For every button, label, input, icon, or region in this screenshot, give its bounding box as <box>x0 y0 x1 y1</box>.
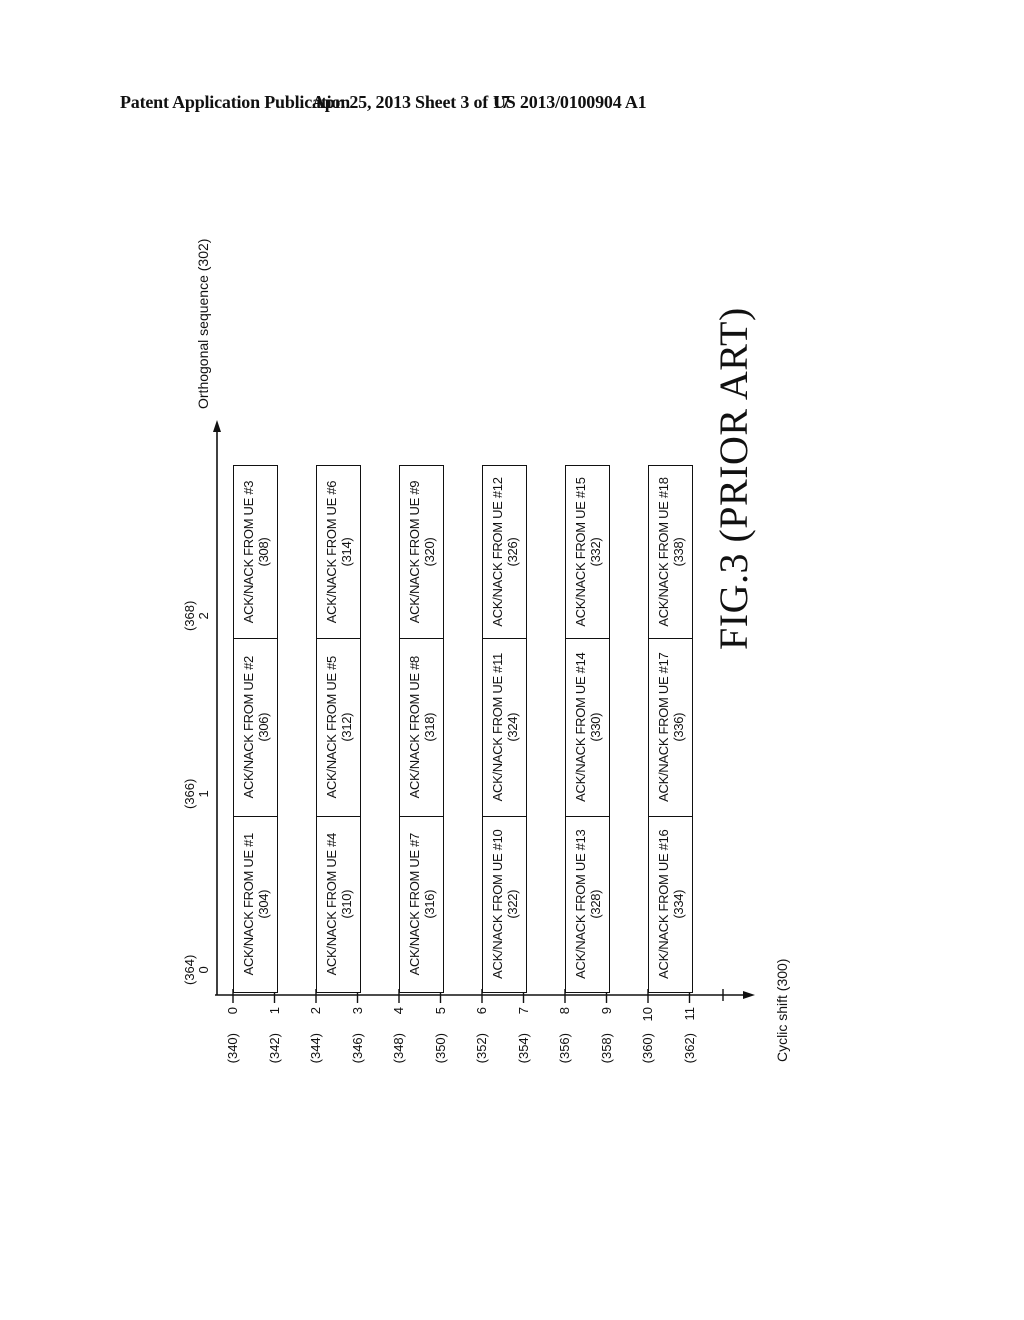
orthogonal-column-index: 2 <box>196 612 211 620</box>
resource-allocation-diagram: 0 (340) 1 (342) 2 (344) 3 (346) 4 (348) 5 (350) 6 (35… <box>182 239 765 1063</box>
ack-nack-cell-label: ACK/NACK FROM UE #11 <box>489 653 505 802</box>
cyclic-shift-axis-arrow-icon <box>743 991 755 999</box>
ack-nack-cell-ref: (336) <box>670 712 686 742</box>
ack-nack-cell-label: ACK/NACK FROM UE #4 <box>323 833 339 976</box>
cyclic-shift-axis-label: Cyclic shift (300) <box>774 958 790 1062</box>
ack-nack-cell-label: ACK/NACK FROM UE #6 <box>323 480 339 624</box>
ack-nack-cell-label: ACK/NACK FROM UE #16 <box>655 829 671 979</box>
orthogonal-column-header: (364) 0 <box>182 954 211 985</box>
cyclic-shift-index-label: 5 <box>432 1007 448 1015</box>
cyclic-shift-ref-label: (352) <box>474 1033 489 1064</box>
ack-nack-cell: ACK/NACK FROM UE #15 (332) <box>565 465 610 639</box>
cyclic-shift-ref-label: (350) <box>432 1033 448 1064</box>
ack-nack-cell-label: ACK/NACK FROM UE #17 <box>655 652 671 802</box>
ack-nack-cell-ref: (330) <box>587 712 603 742</box>
ack-nack-cell-ref: (326) <box>504 537 520 567</box>
ack-nack-cell-ref: (320) <box>421 537 437 567</box>
ack-nack-cell-label: ACK/NACK FROM UE #7 <box>406 833 422 976</box>
ack-nack-cell-ref: (322) <box>504 889 520 919</box>
ack-nack-cell-label: ACK/NACK FROM UE #14 <box>572 652 588 802</box>
cyclic-shift-index-label: 8 <box>557 1007 572 1015</box>
cyclic-shift-index-label: 11 <box>681 1007 697 1021</box>
cyclic-shift-ref-label: (358) <box>598 1033 614 1064</box>
cyclic-shift-index-label: 2 <box>308 1007 323 1015</box>
ack-nack-cell-ref: (334) <box>670 889 686 919</box>
orthogonal-sequence-axis-label: Orthogonal sequence (302) <box>195 238 211 409</box>
ack-nack-cell-label: ACK/NACK FROM UE #12 <box>489 477 505 627</box>
figure-caption: FIG.3 (PRIOR ART) <box>711 307 756 650</box>
ack-nack-cell: ACK/NACK FROM UE #16 (334) <box>648 815 693 993</box>
orthogonal-column-ref: (366) <box>182 778 197 809</box>
orthogonal-column-index: 0 <box>196 966 211 974</box>
ack-nack-cell-ref: (316) <box>421 889 437 919</box>
ack-nack-cell-ref: (338) <box>670 537 686 567</box>
orthogonal-column-index: 1 <box>196 790 211 798</box>
cyclic-shift-index-label: 4 <box>391 1007 406 1015</box>
ack-nack-cell: ACK/NACK FROM UE #9 (320) <box>399 465 444 639</box>
ack-nack-cell-ref: (324) <box>504 712 520 742</box>
ack-nack-cell: ACK/NACK FROM UE #4 (310) <box>316 815 361 993</box>
ack-nack-cell: ACK/NACK FROM UE #8 (318) <box>399 637 444 817</box>
ack-nack-cell-label: ACK/NACK FROM UE #2 <box>240 656 256 799</box>
ack-nack-cell-ref: (308) <box>255 537 271 567</box>
orthogonal-axis-arrow-icon <box>213 420 221 432</box>
ack-nack-cell-label: ACK/NACK FROM UE #15 <box>572 477 588 627</box>
orthogonal-column-ref: (364) <box>182 954 197 985</box>
orthogonal-column-header: (368) 2 <box>182 600 211 631</box>
ack-nack-cell: ACK/NACK FROM UE #13 (328) <box>565 815 610 993</box>
ack-nack-cell: ACK/NACK FROM UE #12 (326) <box>482 465 527 639</box>
cyclic-shift-index-label: 0 <box>225 1007 240 1015</box>
orthogonal-column-header: (366) 1 <box>182 778 211 809</box>
ack-nack-cell-label: ACK/NACK FROM UE #3 <box>240 480 256 624</box>
cyclic-shift-ref-label: (362) <box>681 1033 697 1064</box>
ack-nack-cell-ref: (310) <box>338 889 354 919</box>
ack-nack-cell: ACK/NACK FROM UE #7 (316) <box>399 815 444 993</box>
ack-nack-cell-ref: (312) <box>338 712 354 742</box>
orthogonal-column-ref: (368) <box>182 600 197 631</box>
ack-nack-cell: ACK/NACK FROM UE #5 (312) <box>316 637 361 817</box>
ack-nack-cell-ref: (328) <box>587 889 603 919</box>
ack-nack-cell-ref: (304) <box>255 889 271 919</box>
cyclic-shift-ref-label: (346) <box>349 1033 365 1064</box>
ack-nack-cell: ACK/NACK FROM UE #2 (306) <box>233 637 278 817</box>
cyclic-shift-ref-label: (348) <box>391 1033 406 1064</box>
ack-nack-cell: ACK/NACK FROM UE #14 (330) <box>565 637 610 817</box>
ack-nack-cell: ACK/NACK FROM UE #6 (314) <box>316 465 361 639</box>
ack-nack-cell-label: ACK/NACK FROM UE #5 <box>323 656 339 799</box>
ack-nack-cell-ref: (318) <box>421 712 437 742</box>
ack-nack-cell: ACK/NACK FROM UE #10 (322) <box>482 815 527 993</box>
cyclic-shift-index-label: 3 <box>349 1007 365 1015</box>
ack-nack-cell-ref: (306) <box>255 712 271 742</box>
ack-nack-cell-ref: (314) <box>338 537 354 567</box>
ack-nack-cell-label: ACK/NACK FROM UE #18 <box>655 477 671 627</box>
ack-nack-cell-label: ACK/NACK FROM UE #9 <box>406 480 422 624</box>
ack-nack-cell: ACK/NACK FROM UE #18 (338) <box>648 465 693 639</box>
ack-nack-cell-ref: (332) <box>587 537 603 567</box>
cyclic-shift-ref-label: (354) <box>515 1033 531 1064</box>
ack-nack-cell: ACK/NACK FROM UE #11 (324) <box>482 637 527 817</box>
cyclic-shift-index-label: 6 <box>474 1007 489 1015</box>
ack-nack-cell-label: ACK/NACK FROM UE #10 <box>489 829 505 979</box>
ack-nack-cell: ACK/NACK FROM UE #3 (308) <box>233 465 278 639</box>
ack-nack-cell-label: ACK/NACK FROM UE #8 <box>406 656 422 799</box>
cyclic-shift-ref-label: (344) <box>308 1033 323 1064</box>
cyclic-shift-index-label: 1 <box>266 1007 282 1015</box>
cyclic-shift-ref-label: (360) <box>640 1033 655 1064</box>
cyclic-shift-ref-label: (356) <box>557 1033 572 1064</box>
figure-3: 0 (340) 1 (342) 2 (344) 3 (346) 4 (348) 5 (350) 6 (35… <box>0 0 1024 1320</box>
ack-nack-cell-label: ACK/NACK FROM UE #1 <box>240 833 256 976</box>
ack-nack-cell: ACK/NACK FROM UE #17 (336) <box>648 637 693 817</box>
cyclic-shift-ref-label: (340) <box>225 1033 240 1064</box>
cyclic-shift-ref-label: (342) <box>266 1033 282 1064</box>
ack-nack-cell-label: ACK/NACK FROM UE #13 <box>572 829 588 979</box>
cyclic-shift-index-label: 10 <box>640 1007 655 1022</box>
cyclic-shift-index-label: 7 <box>515 1007 531 1015</box>
cyclic-shift-index-label: 9 <box>598 1007 614 1015</box>
ack-nack-cell: ACK/NACK FROM UE #1 (304) <box>233 815 278 993</box>
